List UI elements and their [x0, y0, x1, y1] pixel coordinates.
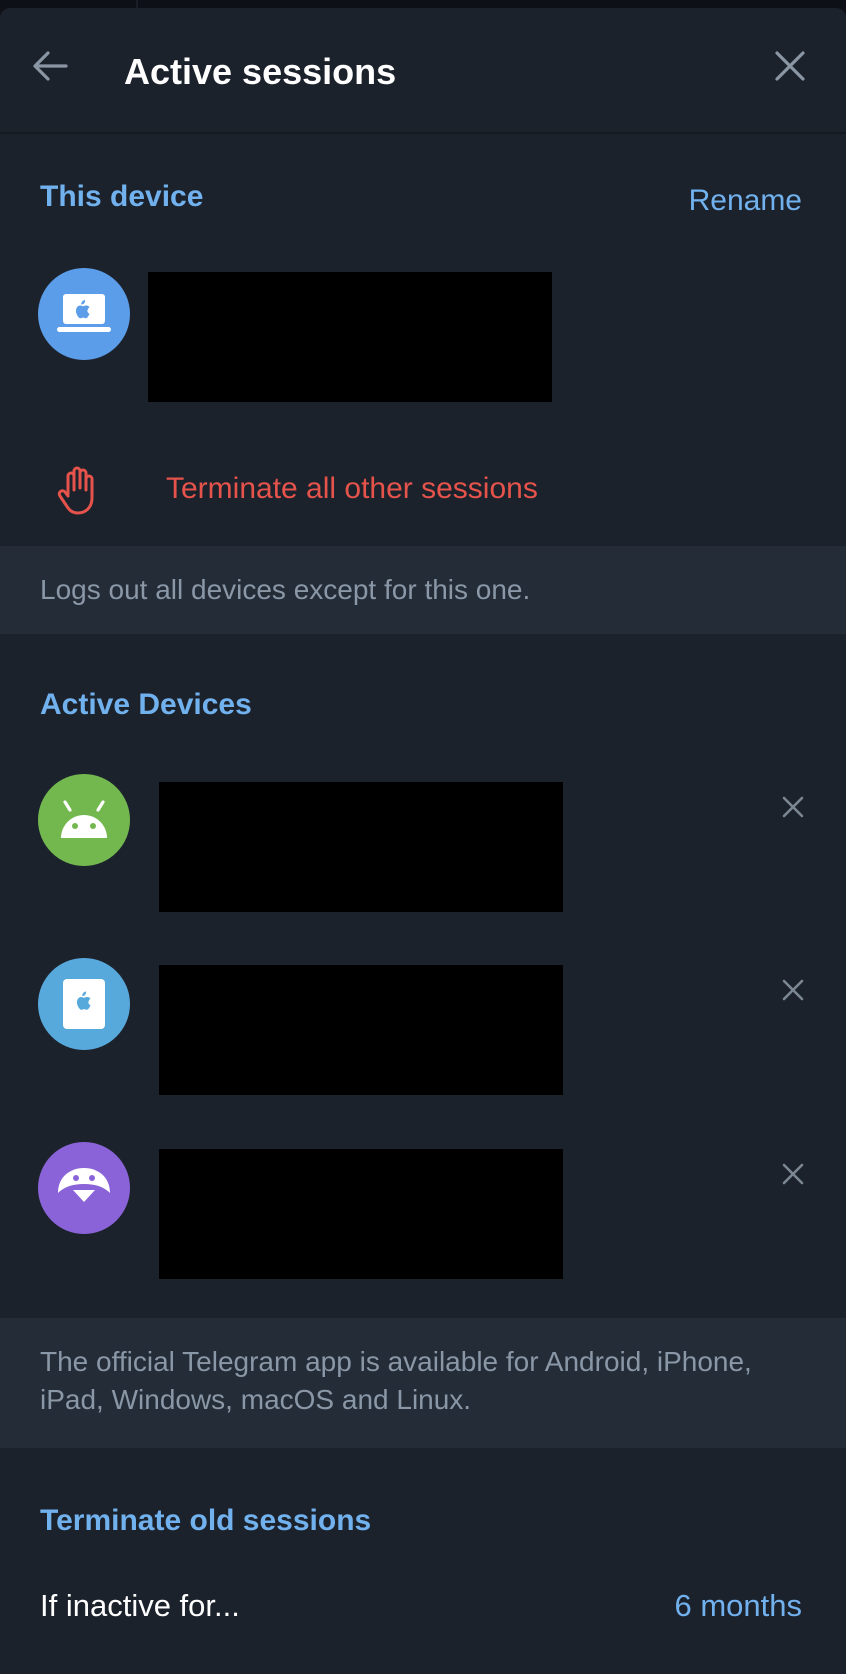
android-icon: [61, 800, 107, 838]
terminate-all-sessions-button[interactable]: Terminate all other sessions: [0, 438, 846, 538]
back-button[interactable]: [22, 38, 78, 94]
android-device-details-redacted: [159, 782, 563, 912]
apps-info-band: The official Telegram app is available f…: [0, 1318, 846, 1448]
linux-device-avatar: [38, 1142, 130, 1234]
inactive-period-value: 6 months: [674, 1588, 802, 1623]
apps-info-text: The official Telegram app is available f…: [40, 1346, 752, 1415]
ipad-device-avatar: [38, 958, 130, 1050]
android-device-avatar: [38, 774, 130, 866]
close-icon: [782, 796, 804, 818]
linux-device-details-redacted: [159, 1149, 563, 1279]
panel-header: Active sessions: [0, 8, 846, 134]
close-button[interactable]: [762, 38, 818, 94]
hand-stop-icon: [57, 466, 94, 515]
terminate-android-session-button[interactable]: [772, 786, 814, 828]
inactive-period-label: If inactive for...: [40, 1588, 240, 1623]
close-icon: [782, 979, 804, 1001]
ipad-device-details-redacted: [159, 965, 563, 1095]
terminate-ipad-session-button[interactable]: [772, 969, 814, 1011]
active-sessions-panel: Active sessions This device Rename Termi…: [0, 8, 846, 1674]
rename-button[interactable]: Rename: [689, 184, 802, 218]
close-icon: [775, 51, 805, 81]
terminate-info-text: Logs out all devices except for this one…: [40, 574, 531, 605]
this-device-details-redacted: [148, 272, 552, 402]
arrow-left-icon: [33, 51, 68, 81]
terminate-all-sessions-label: Terminate all other sessions: [166, 472, 538, 505]
close-icon: [782, 1163, 804, 1185]
terminate-old-sessions-heading: Terminate old sessions: [40, 1504, 372, 1537]
this-device-avatar: [38, 268, 130, 360]
ipad-apple-icon: [63, 979, 105, 1029]
terminate-info-band: Logs out all devices except for this one…: [0, 546, 846, 634]
window-divider: [136, 0, 138, 8]
macbook-icon: [57, 294, 111, 332]
this-device-heading: This device: [40, 180, 204, 213]
linux-penguin-icon: [58, 1168, 110, 1202]
terminate-linux-session-button[interactable]: [772, 1153, 814, 1195]
page-title: Active sessions: [124, 51, 397, 92]
window-top-strip: [0, 0, 846, 8]
active-devices-heading: Active Devices: [40, 688, 252, 721]
inactive-period-setting[interactable]: If inactive for... 6 months: [0, 1570, 846, 1644]
